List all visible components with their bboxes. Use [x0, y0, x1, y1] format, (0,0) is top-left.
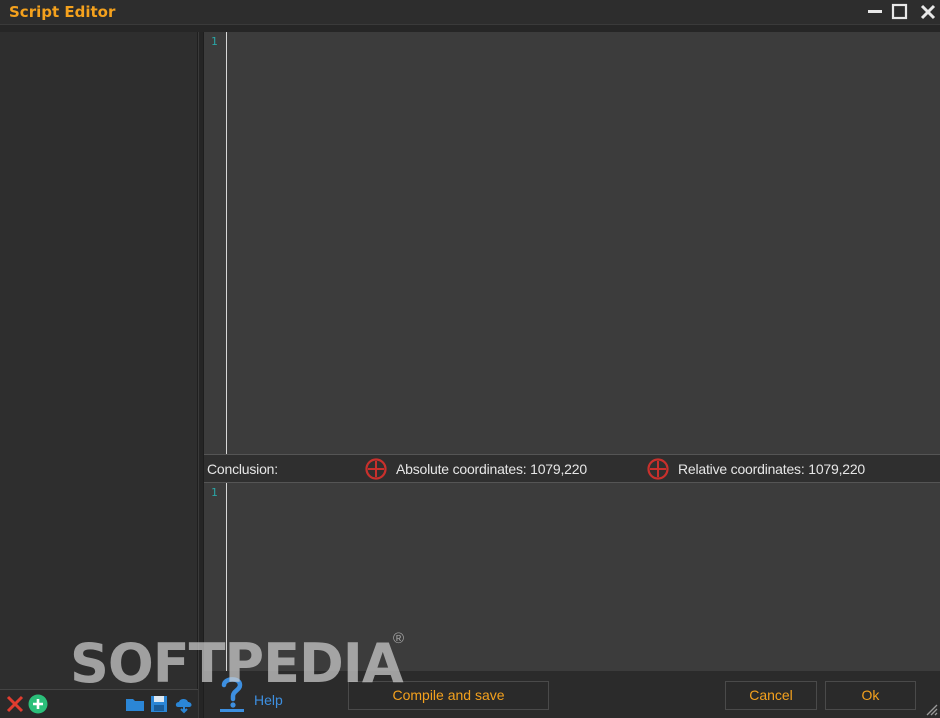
- script-list-panel[interactable]: [0, 32, 198, 689]
- ok-button[interactable]: Ok: [825, 681, 916, 710]
- conclusion-label: Conclusion:: [207, 461, 278, 477]
- close-icon[interactable]: [918, 2, 938, 22]
- absolute-coordinates: Absolute coordinates: 1079,220: [396, 461, 587, 477]
- title-bar: Script Editor: [0, 0, 940, 25]
- registered-mark: ®: [393, 630, 405, 647]
- line-number: 1: [211, 486, 218, 499]
- delete-icon[interactable]: [5, 694, 25, 714]
- toolbar-divider: [0, 25, 940, 32]
- cancel-button[interactable]: Cancel: [725, 681, 817, 710]
- softpedia-watermark: SOFTPEDIA: [70, 632, 404, 695]
- folder-icon[interactable]: [125, 694, 145, 714]
- script-code-editor[interactable]: 1: [204, 32, 940, 454]
- minimize-icon[interactable]: [866, 2, 886, 22]
- maximize-icon[interactable]: [890, 2, 910, 22]
- save-icon[interactable]: [149, 694, 169, 714]
- conclusion-bar: Conclusion: Absolute coordinates: 1079,2…: [204, 454, 940, 483]
- resize-grip-icon[interactable]: [922, 700, 938, 716]
- relative-coordinates: Relative coordinates: 1079,220: [678, 461, 866, 477]
- cloud-icon[interactable]: [174, 694, 194, 714]
- crosshair-icon[interactable]: [647, 458, 669, 480]
- crosshair-icon[interactable]: [365, 458, 387, 480]
- line-number: 1: [211, 35, 218, 48]
- window-title: Script Editor: [9, 3, 116, 21]
- line-number-gutter: 1: [204, 32, 227, 454]
- add-icon[interactable]: [28, 694, 48, 714]
